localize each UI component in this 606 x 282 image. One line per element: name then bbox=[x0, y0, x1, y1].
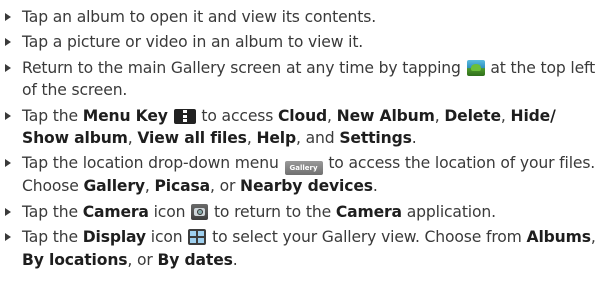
option-delete: Delete bbox=[444, 106, 501, 125]
separator: , bbox=[144, 177, 155, 196]
display-icon bbox=[188, 229, 207, 246]
separator: . bbox=[411, 129, 417, 148]
separator: . bbox=[232, 250, 238, 269]
separator: , or bbox=[127, 250, 158, 269]
separator: , bbox=[590, 228, 596, 247]
separator: , bbox=[246, 129, 257, 148]
item-text: Tap an album to open it and view its con… bbox=[22, 8, 377, 26]
bullet-icon bbox=[5, 207, 11, 216]
menu-key-label: Menu Key bbox=[82, 106, 168, 125]
separator: , and bbox=[296, 129, 340, 148]
item-text: to return to the bbox=[209, 202, 336, 221]
item-text: Tap the location drop-down menu bbox=[22, 154, 284, 173]
option-albums: Albums bbox=[526, 228, 591, 247]
option-by-dates: By dates bbox=[157, 250, 233, 269]
item-text: Tap the bbox=[22, 202, 83, 221]
gallery-instructions: Tap an album to open it and view its con… bbox=[0, 0, 606, 282]
separator: , bbox=[434, 106, 445, 125]
separator: , or bbox=[209, 177, 241, 196]
item-text: icon bbox=[148, 202, 191, 221]
camera-app-label: Camera bbox=[335, 202, 402, 221]
list-item: Tap an album to open it and view its con… bbox=[4, 6, 602, 28]
bullet-icon bbox=[5, 159, 11, 168]
camera-label: Camera bbox=[82, 202, 149, 221]
item-text: to access bbox=[196, 106, 279, 125]
instruction-list: Tap an album to open it and view its con… bbox=[4, 6, 602, 271]
display-label: Display bbox=[82, 228, 146, 247]
separator: , bbox=[327, 106, 337, 125]
option-by-locations: By locations bbox=[22, 250, 128, 269]
list-item: Tap the Camera icon to return to the Cam… bbox=[4, 201, 602, 223]
list-item: Tap the Menu Key to access Cloud, New Al… bbox=[4, 105, 602, 150]
camera-icon bbox=[191, 203, 209, 220]
gallery-app-icon bbox=[466, 59, 485, 76]
bullet-icon bbox=[5, 38, 11, 47]
bullet-icon bbox=[5, 13, 11, 21]
item-text: Tap a picture or video in an album to vi… bbox=[22, 33, 364, 52]
item-text: icon bbox=[145, 228, 188, 247]
location-dropdown-icon: Gallery bbox=[284, 161, 323, 176]
option-settings: Settings bbox=[339, 129, 412, 148]
separator: , bbox=[500, 106, 511, 125]
item-text: Return to the main Gallery screen at any… bbox=[22, 58, 466, 77]
separator: , bbox=[127, 129, 138, 148]
list-item: Tap a picture or video in an album to vi… bbox=[4, 31, 602, 53]
bullet-icon bbox=[5, 111, 11, 120]
item-text: application. bbox=[401, 202, 496, 221]
option-view-all-files: View all files bbox=[137, 129, 247, 148]
option-gallery: Gallery bbox=[83, 177, 145, 196]
option-picasa: Picasa bbox=[154, 177, 211, 196]
separator: . bbox=[372, 177, 378, 196]
option-nearby-devices: Nearby devices bbox=[240, 177, 373, 196]
list-item: Tap the location drop-down menu Gallery … bbox=[4, 152, 602, 197]
option-help: Help bbox=[256, 129, 296, 148]
bullet-icon bbox=[5, 233, 11, 242]
item-text: Tap the bbox=[22, 228, 83, 247]
option-cloud: Cloud bbox=[278, 106, 328, 125]
menu-key-icon bbox=[173, 108, 196, 124]
list-item: Return to the main Gallery screen at any… bbox=[4, 57, 602, 102]
option-new-album: New Album bbox=[336, 106, 435, 125]
item-text: Tap the bbox=[22, 106, 83, 125]
list-item: Tap the Display icon to select your Gall… bbox=[4, 226, 602, 271]
bullet-icon bbox=[5, 63, 11, 72]
item-text: to select your Gallery view. Choose from bbox=[207, 228, 527, 247]
